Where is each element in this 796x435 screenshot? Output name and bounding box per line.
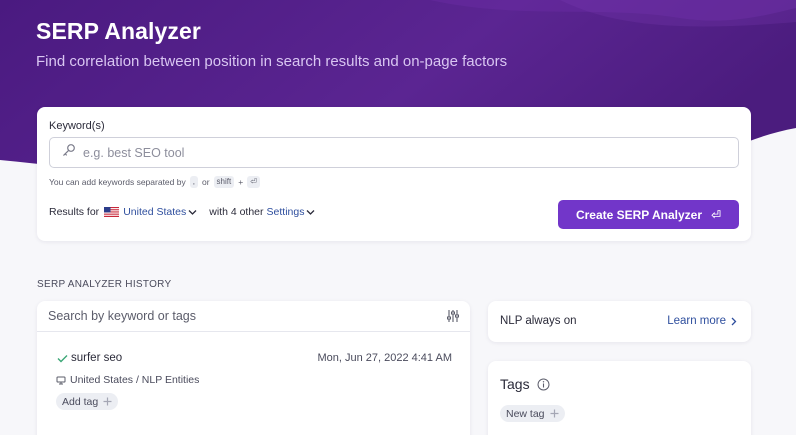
keyword-hint: You can add keywords separated by , or s… (49, 176, 260, 188)
create-button-label: Create SERP Analyzer (575, 207, 702, 222)
plus-icon (550, 409, 559, 418)
history-heading: SERP ANALYZER HISTORY (37, 279, 172, 290)
history-search-bar[interactable] (37, 301, 470, 332)
enter-icon: ⏎ (711, 207, 722, 222)
nlp-card: NLP always on Learn more (488, 301, 751, 342)
chevron-down-icon[interactable] (306, 209, 315, 216)
hint-text: You can add keywords separated by (49, 177, 186, 187)
tags-title: Tags (500, 376, 550, 392)
filter-sliders-icon[interactable] (446, 309, 460, 328)
key-icon (62, 143, 76, 162)
chevron-right-icon (731, 317, 737, 325)
page-title: SERP Analyzer (36, 18, 201, 44)
tags-card: Tags New tag (488, 361, 751, 435)
page-subtitle: Find correlation between position in sea… (36, 53, 508, 70)
check-icon (57, 354, 68, 362)
settings-link[interactable]: Settings (267, 206, 305, 218)
us-flag-icon (104, 207, 120, 217)
keyword-input[interactable] (83, 145, 683, 160)
add-tag-label: Add tag (62, 395, 99, 408)
nlp-status: NLP always on (500, 315, 577, 327)
chevron-down-icon[interactable] (188, 209, 197, 216)
country-selector[interactable]: United States (123, 206, 186, 218)
tags-title-text: Tags (500, 376, 530, 392)
history-card: surfer seo Mon, Jun 27, 2022 4:41 AM Uni… (37, 301, 470, 435)
history-search-input[interactable] (48, 309, 428, 323)
add-tag-button[interactable]: Add tag (56, 393, 119, 410)
history-entry-keyword[interactable]: surfer seo (57, 352, 122, 364)
info-icon[interactable] (537, 378, 550, 391)
history-entry-date: Mon, Jun 27, 2022 4:41 AM (317, 352, 452, 364)
create-serp-analyzer-button[interactable]: Create SERP Analyzer ⏎ (558, 200, 739, 229)
plus-icon (103, 397, 112, 406)
hint-plus: + (238, 177, 244, 187)
shift-key: shift (213, 176, 235, 188)
hint-or: or (201, 177, 210, 187)
results-settings-row: Results for United States with 4 other S… (49, 206, 315, 218)
entry-meta-text: United States / NLP Entities (70, 374, 200, 386)
enter-key-icon: ⏎ (247, 176, 260, 188)
comma-key: , (189, 176, 198, 188)
entry-keyword-text: surfer seo (71, 352, 123, 364)
new-tag-label: New tag (506, 407, 545, 420)
new-tag-button[interactable]: New tag (500, 405, 565, 422)
learn-more-link[interactable]: Learn more (667, 315, 737, 327)
results-for-label: Results for (49, 206, 100, 218)
learn-more-label: Learn more (667, 315, 726, 327)
keyword-label: Keyword(s) (49, 120, 105, 132)
keyword-input-wrapper[interactable] (49, 137, 739, 168)
monitor-icon (56, 376, 66, 384)
history-entry-meta: United States / NLP Entities (56, 374, 199, 386)
other-settings-text: with 4 other (209, 206, 264, 218)
keyword-form-card: Keyword(s) You can add keywords separate… (37, 107, 751, 241)
